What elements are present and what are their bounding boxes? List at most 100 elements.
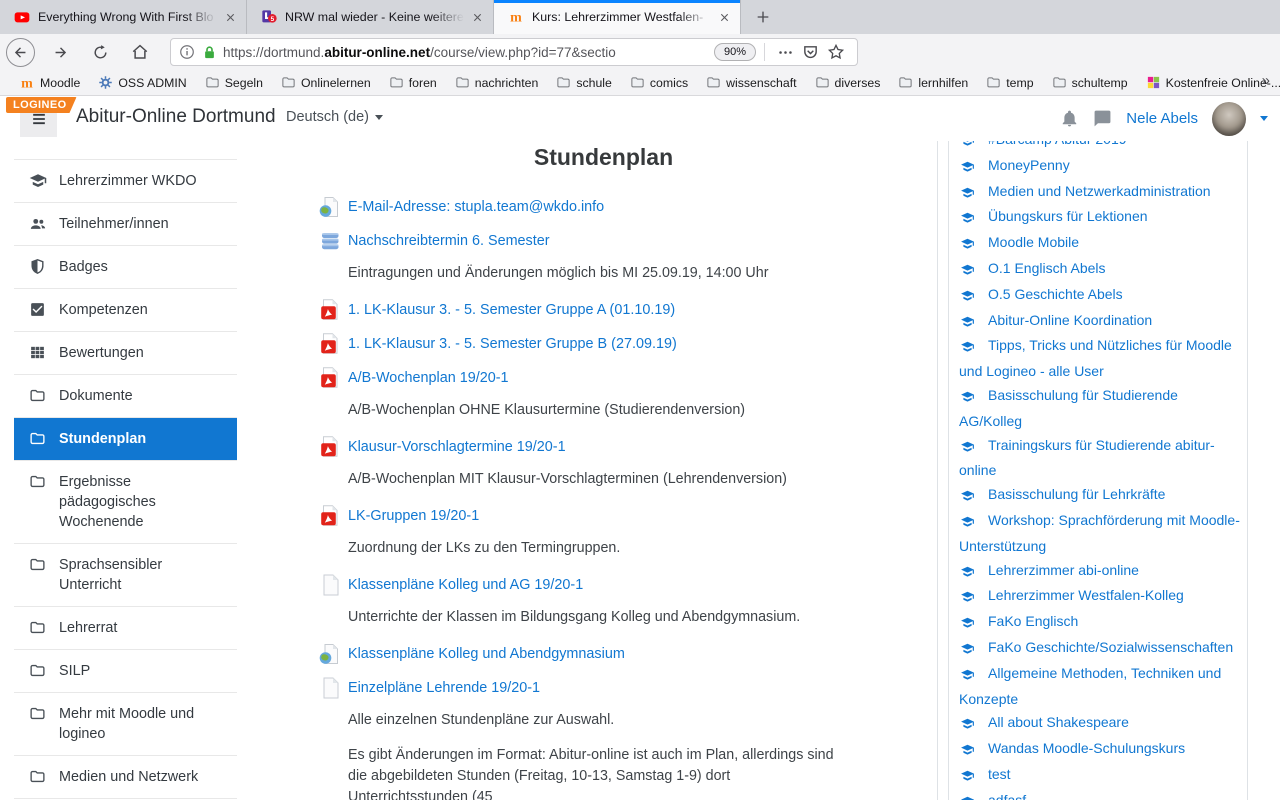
bookmark-item[interactable]: temp [979,73,1040,92]
resource-row: 1. LK-Klausur 3. - 5. Semester Gruppe B … [318,332,937,356]
sidebar-item[interactable]: Teilnehmer/innen [14,203,237,246]
graduation-cap-icon [959,586,982,610]
resource-link[interactable]: 1. LK-Klausur 3. - 5. Semester Gruppe B … [348,336,677,352]
course-link[interactable]: Lehrerzimmer Westfalen-Kolleg [959,584,1241,610]
sidebar-item[interactable]: Lehrerzimmer WKDO [14,160,237,203]
page-actions-button[interactable] [777,44,794,61]
sidebar-item[interactable]: Medien und Netzwerk [14,756,237,799]
course-link[interactable]: O.5 Geschichte Abels [959,283,1241,309]
course-link[interactable]: Allgemeine Methoden, Techniken und Konze… [959,662,1241,712]
bookmark-item[interactable]: diverses [808,73,888,92]
sidebar-item[interactable]: Mehr mit Moodle und logineo [14,693,237,756]
bookmark-item[interactable]: mMoodle [12,73,87,93]
avatar[interactable] [1212,102,1246,136]
course-link[interactable]: Basisschulung für Studierende AG/Kolleg [959,384,1241,434]
close-icon[interactable] [225,12,236,23]
sidebar-item[interactable]: Dokumente [14,375,237,418]
tab-title: Kurs: Lehrerzimmer Westfalen- [532,10,711,24]
resource-link[interactable]: E-Mail-Adresse: stupla.team@wkdo.info [348,199,604,215]
address-bar[interactable]: https://dortmund.abitur-online.net/cours… [170,38,858,66]
bookmark-item[interactable]: Kostenfreie Online-... [1139,73,1280,92]
course-link[interactable]: Workshop: Sprachförderung mit Moodle-Unt… [959,509,1241,559]
sidebar-item-label: Sprachsensibler Unterricht [59,555,222,595]
graduation-cap-icon [959,311,982,335]
sidebar-item[interactable]: Sprachsensibler Unterricht [14,544,237,607]
folder-icon [29,662,47,679]
close-icon[interactable] [472,12,483,23]
forward-arrow-icon [52,44,69,61]
bookmark-item[interactable]: OSS ADMIN [91,73,193,92]
sidebar-item[interactable]: Ergebnisse pädagogisches Wochenende [14,461,237,544]
course-link[interactable]: Moodle Mobile [959,231,1241,257]
bookmark-item[interactable]: Onlinelernen [274,73,378,92]
sidebar-item[interactable]: Kompetenzen [14,289,237,332]
close-icon[interactable] [719,12,730,23]
course-link[interactable]: Tipps, Tricks und Nützliches für Moodle … [959,334,1241,384]
resource-link[interactable]: Einzelpläne Lehrende 19/20-1 [348,680,540,696]
messages-button[interactable] [1093,109,1112,128]
bookmark-star-button[interactable] [827,43,845,61]
sidebar-item[interactable]: Badges [14,246,237,289]
sidebar-item[interactable]: Stundenplan [14,418,237,461]
sidebar-item[interactable]: SILP [14,650,237,693]
graduation-cap-icon [959,765,982,789]
resource-link[interactable]: Klassenpläne Kolleg und AG 19/20-1 [348,577,583,593]
course-link[interactable]: Lehrerzimmer abi-online [959,559,1241,585]
language-selector[interactable]: Deutsch (de) [286,109,383,125]
bookmark-item[interactable]: wissenschaft [699,73,803,92]
resource-link[interactable]: 1. LK-Klausur 3. - 5. Semester Gruppe A … [348,302,675,318]
sidebar-item[interactable]: Bewertungen [14,332,237,375]
resource-link[interactable]: LK-Gruppen 19/20-1 [348,508,479,524]
folder-icon [898,75,913,90]
folder-icon [706,75,721,90]
zoom-level-badge[interactable]: 90% [714,43,756,61]
notifications-button[interactable] [1060,109,1079,128]
course-link[interactable]: Basisschulung für Lehrkräfte [959,483,1241,509]
graduation-cap-icon [959,285,982,309]
bookmark-item[interactable]: nachrichten [448,73,546,92]
bookmark-item[interactable]: comics [623,73,695,92]
sidebar-item[interactable]: Lehrerrat [14,607,237,650]
forward-button[interactable] [45,37,75,67]
course-link[interactable]: Abitur-Online Koordination [959,309,1241,335]
bookmark-item[interactable]: foren [382,73,444,92]
course-link[interactable]: Übungskurs für Lektionen [959,205,1241,231]
url-text: https://dortmund.abitur-online.net/cours… [223,45,714,60]
bookmark-item[interactable]: Segeln [198,73,270,92]
bookmark-item[interactable]: lernhilfen [891,73,975,92]
course-link[interactable]: adfasf [959,789,1241,800]
browser-tab[interactable]: 5 NRW mal wieder - Keine weitere [247,0,494,34]
tab-title: NRW mal wieder - Keine weitere [285,10,464,24]
resource-link[interactable]: Nachschreibtermin 6. Semester [348,233,550,249]
course-link[interactable]: test [959,763,1241,789]
pocket-button[interactable] [802,44,819,61]
sidebar-item-label: Lehrerrat [59,618,117,638]
course-link[interactable]: O.1 Englisch Abels [959,257,1241,283]
user-menu-caret[interactable] [1260,116,1268,121]
course-link[interactable]: Medien und Netzwerkadministration [959,180,1241,206]
bookmark-item[interactable]: schultemp [1045,73,1135,92]
course-link[interactable]: FaKo Geschichte/Sozialwissenschaften [959,636,1241,662]
svg-text:5: 5 [271,16,275,23]
course-link[interactable]: MoneyPenny [959,154,1241,180]
oss-icon [98,75,113,90]
course-link[interactable]: Wandas Moodle-Schulungskurs [959,737,1241,763]
browser-tab[interactable]: mKurs: Lehrerzimmer Westfalen- [494,0,741,34]
course-link[interactable]: All about Shakespeare [959,711,1241,737]
resource-link[interactable]: A/B-Wochenplan 19/20-1 [348,370,509,386]
home-button[interactable] [125,37,155,67]
new-tab-button[interactable] [747,0,779,34]
reload-button[interactable] [85,37,115,67]
bookmark-item[interactable]: schule [549,73,619,92]
back-button[interactable] [6,38,35,67]
star-icon [827,43,845,61]
browser-tab[interactable]: Everything Wrong With First Blo [0,0,247,34]
course-link[interactable]: Trainingskurs für Studierende abitur-onl… [959,434,1241,484]
resource-link[interactable]: Klassenpläne Kolleg und Abendgymnasium [348,646,625,662]
bookmarks-overflow-chevron[interactable]: » [1262,72,1270,89]
home-icon [131,43,149,61]
user-name-link[interactable]: Nele Abels [1126,110,1198,127]
course-link[interactable]: FaKo Englisch [959,610,1241,636]
site-info-icon[interactable] [179,44,195,60]
resource-link[interactable]: Klausur-Vorschlagtermine 19/20-1 [348,439,566,455]
